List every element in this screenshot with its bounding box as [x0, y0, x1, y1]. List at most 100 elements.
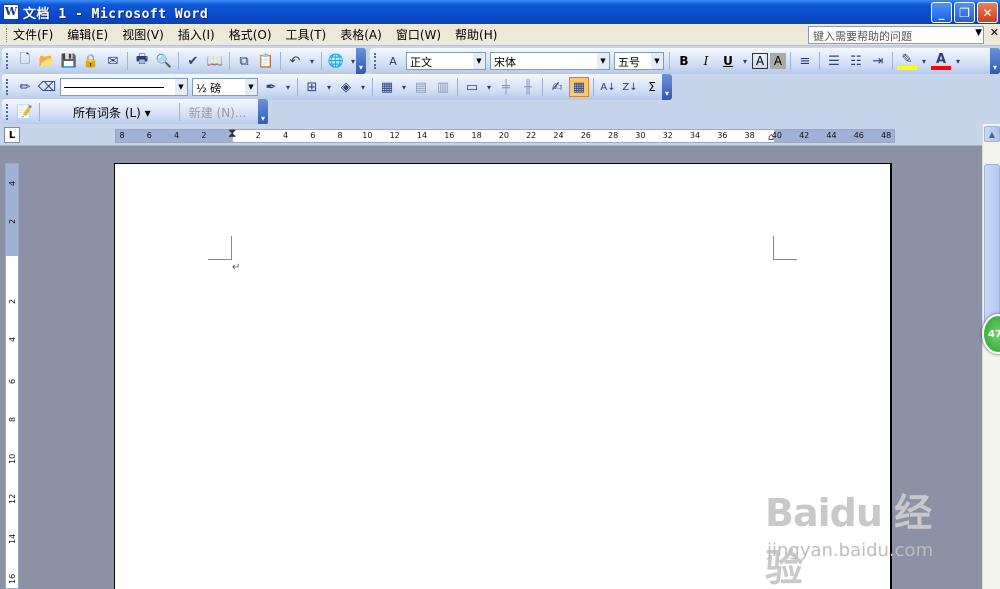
- chevron-down-icon[interactable]: ▼: [473, 53, 485, 69]
- toolbar-options-icon[interactable]: ▾: [356, 48, 366, 74]
- bullets-icon[interactable]: ☷: [846, 51, 866, 71]
- table-autoformat-icon[interactable]: ✍: [547, 77, 567, 97]
- ruler-tick-label: 2: [201, 131, 207, 140]
- email-icon[interactable]: ✉: [103, 51, 123, 71]
- document-close-icon[interactable]: ✕: [990, 26, 999, 39]
- styles-pane-icon[interactable]: A: [383, 51, 403, 71]
- chevron-down-icon[interactable]: ▼: [175, 79, 187, 95]
- chevron-down-icon[interactable]: ▼: [651, 53, 663, 69]
- menu-tools[interactable]: 工具(T): [286, 26, 327, 43]
- merge-cells-icon[interactable]: ▤: [411, 77, 431, 97]
- copy-icon[interactable]: ⧉: [234, 51, 254, 71]
- print-icon[interactable]: 🖶: [132, 51, 152, 71]
- indent-marker-icon[interactable]: ⧗: [228, 126, 236, 141]
- sort-descending-icon[interactable]: Z↓: [620, 77, 640, 97]
- horizontal-ruler[interactable]: 8 6 4 2 2 4 6 8 10 12 14 16 18 20 22 24 26 28 30 32 34 36 38 40…: [115, 126, 895, 143]
- toolbar-area: 🗋 📂 💾 🔒 ✉ 🖶 🔍 ✔ 📖 ⧉ 📋 ↶ ▾ 🌐 ▾ ▾ A 正文 ▼ 宋…: [0, 46, 1000, 125]
- character-shading-button[interactable]: A: [770, 53, 786, 69]
- menu-window[interactable]: 窗口(W): [396, 26, 441, 43]
- eraser-icon[interactable]: ⌫: [37, 77, 57, 97]
- chevron-down-icon[interactable]: ▼: [245, 79, 257, 95]
- menu-help[interactable]: 帮助(H): [455, 26, 497, 43]
- toolbar-grip[interactable]: [6, 79, 10, 95]
- vertical-ruler[interactable]: 4 2 2 4 6 8 10 12 14 16: [5, 163, 19, 589]
- underline-button[interactable]: U: [718, 51, 738, 71]
- vertical-scrollbar[interactable]: ▲ 47: [982, 124, 1000, 589]
- menu-view[interactable]: 视图(V): [122, 26, 164, 43]
- menu-table[interactable]: 表格(A): [340, 26, 382, 43]
- border-color-icon[interactable]: ✒: [261, 77, 281, 97]
- toolbar-grip[interactable]: [6, 53, 10, 69]
- toolbar-grip[interactable]: [6, 104, 10, 120]
- insert-table-icon[interactable]: ▦: [377, 77, 397, 97]
- toolbar-options-icon[interactable]: ▾: [258, 99, 268, 125]
- menu-grip[interactable]: [6, 27, 9, 42]
- toolbar-options-icon[interactable]: ▾: [662, 74, 672, 100]
- align-cell-dropdown-icon[interactable]: ▾: [484, 77, 494, 97]
- sort-ascending-icon[interactable]: A↓: [598, 77, 618, 97]
- character-border-button[interactable]: A: [752, 53, 768, 69]
- permission-icon[interactable]: 🔒: [81, 51, 101, 71]
- menu-file[interactable]: 文件(F): [13, 26, 53, 43]
- undo-dropdown-icon[interactable]: ▾: [307, 51, 317, 71]
- ruler-tick-label: 6: [8, 378, 17, 384]
- help-dropdown-icon[interactable]: ▼: [975, 28, 982, 38]
- undo-icon[interactable]: ↶: [285, 51, 305, 71]
- spelling-icon[interactable]: ✔: [183, 51, 203, 71]
- hyperlink-icon[interactable]: 🌐: [326, 51, 346, 71]
- align-justify-icon[interactable]: ≡: [795, 51, 815, 71]
- tab-selector[interactable]: L: [4, 127, 20, 143]
- word-app-icon[interactable]: W: [3, 4, 19, 20]
- research-icon[interactable]: 📖: [205, 51, 225, 71]
- all-entries-button[interactable]: 所有词条 (L) ▾: [73, 104, 151, 121]
- new-entry-button[interactable]: 新建 (N)...: [189, 104, 247, 121]
- style-select[interactable]: 正文 ▼: [406, 52, 486, 70]
- insert-table-dropdown-icon[interactable]: ▾: [399, 77, 409, 97]
- menu-format[interactable]: 格式(O): [229, 26, 272, 43]
- menu-edit[interactable]: 编辑(E): [67, 26, 108, 43]
- new-icon[interactable]: 🗋: [15, 51, 35, 71]
- borders-icon[interactable]: ⊞: [302, 77, 322, 97]
- menu-insert[interactable]: 插入(I): [178, 26, 215, 43]
- help-search-input[interactable]: 键入需要帮助的问题: [808, 26, 984, 44]
- shading-dropdown-icon[interactable]: ▾: [358, 77, 368, 97]
- minimize-button[interactable]: _: [931, 2, 952, 23]
- font-color-icon[interactable]: A: [931, 52, 951, 70]
- increase-indent-icon[interactable]: ⇥: [868, 51, 888, 71]
- numbering-icon[interactable]: ☰: [824, 51, 844, 71]
- bold-button[interactable]: B: [674, 51, 694, 71]
- border-color-dropdown-icon[interactable]: ▾: [283, 77, 293, 97]
- underline-dropdown-icon[interactable]: ▾: [740, 51, 750, 71]
- font-size-select[interactable]: 五号 ▼: [614, 52, 664, 70]
- highlight-icon[interactable]: ✎: [897, 52, 917, 70]
- shading-icon[interactable]: ◈: [336, 77, 356, 97]
- italic-button[interactable]: I: [696, 51, 716, 71]
- chevron-down-icon[interactable]: ▼: [597, 53, 609, 69]
- font-color-dropdown-icon[interactable]: ▾: [953, 51, 963, 71]
- ruler-tick-label: 2: [8, 298, 17, 304]
- ruler-tick-label: 22: [526, 131, 537, 140]
- open-icon[interactable]: 📂: [37, 51, 57, 71]
- highlight-dropdown-icon[interactable]: ▾: [919, 51, 929, 71]
- font-select[interactable]: 宋体 ▼: [490, 52, 610, 70]
- toolbar-options-icon[interactable]: ▾: [990, 48, 1000, 74]
- distribute-rows-icon[interactable]: ╪: [496, 77, 516, 97]
- autosum-button[interactable]: Σ: [642, 77, 662, 97]
- right-indent-marker-icon[interactable]: ⌂: [768, 132, 774, 143]
- show-gridlines-icon[interactable]: ▦: [569, 77, 589, 97]
- autotext-icon[interactable]: 📝: [15, 102, 35, 122]
- print-preview-icon[interactable]: 🔍: [154, 51, 174, 71]
- split-cells-icon[interactable]: ▥: [433, 77, 453, 97]
- distribute-columns-icon[interactable]: ╫: [518, 77, 538, 97]
- align-cell-icon[interactable]: ▭: [462, 77, 482, 97]
- line-weight-select[interactable]: ½ 磅 ▼: [192, 78, 258, 96]
- save-icon[interactable]: 💾: [59, 51, 79, 71]
- paste-icon[interactable]: 📋: [256, 51, 276, 71]
- draw-table-icon[interactable]: ✏: [15, 77, 35, 97]
- close-button[interactable]: ✕: [977, 2, 998, 23]
- borders-dropdown-icon[interactable]: ▾: [324, 77, 334, 97]
- line-style-select[interactable]: ▼: [60, 78, 188, 96]
- toolbar-grip[interactable]: [374, 53, 378, 69]
- restore-button[interactable]: ❐: [954, 2, 975, 23]
- scroll-up-icon[interactable]: ▲: [984, 126, 1000, 142]
